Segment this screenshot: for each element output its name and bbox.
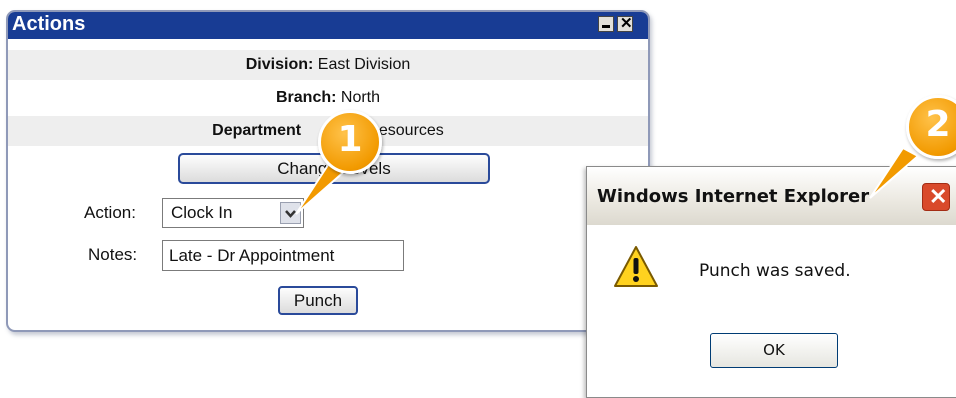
callout-2-number: 2 [925,104,951,145]
callout-2-pointer [869,146,920,199]
callout-1: 1 [318,110,382,174]
callout-1-number: 1 [337,119,363,160]
callout-pointers [295,146,920,215]
